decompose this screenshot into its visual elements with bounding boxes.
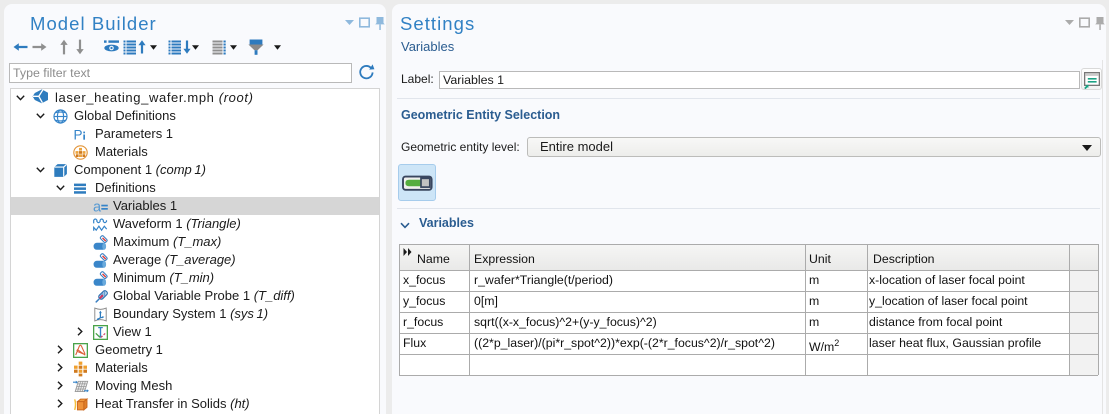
svg-text:P: P <box>74 128 83 143</box>
svg-text:a: a <box>93 200 102 214</box>
